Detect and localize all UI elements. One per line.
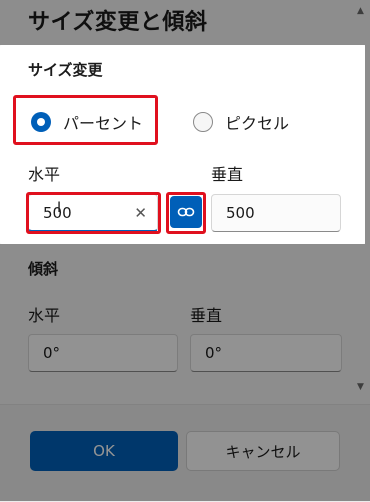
radio-unselected-icon (193, 112, 213, 132)
radio-pixel-label: ピクセル (225, 114, 290, 133)
highlight-link-button (166, 192, 206, 234)
highlight-percent (13, 95, 158, 145)
resize-heading: サイズ変更 (28, 61, 103, 79)
highlight-horizontal-input (26, 192, 161, 234)
dim-overlay-bottom (0, 244, 370, 501)
radio-pixel[interactable]: ピクセル (193, 110, 289, 134)
resize-vertical-input[interactable]: 500 (211, 194, 341, 232)
text-cursor-icon: I (57, 200, 62, 216)
resize-horizontal-label: 水平 (28, 165, 61, 184)
resize-vertical-label: 垂直 (211, 165, 244, 184)
dim-overlay-right (365, 45, 370, 244)
dim-overlay-top (0, 0, 370, 45)
